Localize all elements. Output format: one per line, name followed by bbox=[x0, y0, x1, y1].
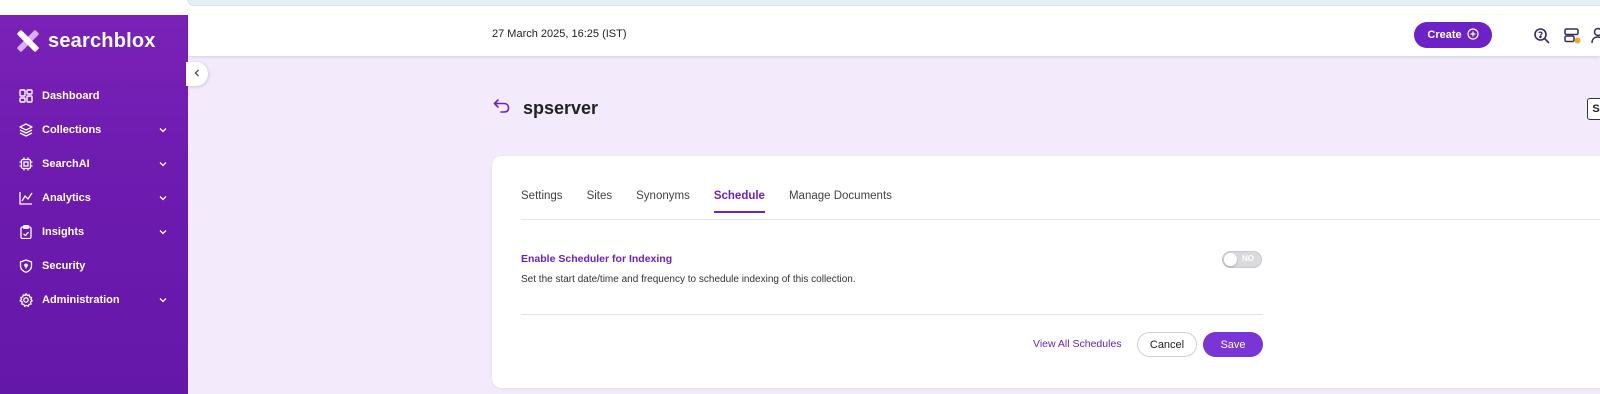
sidebar-item-label: Administration bbox=[42, 294, 120, 306]
schedule-card: Settings Sites Synonyms Schedule Manage … bbox=[492, 156, 1600, 388]
tab-synonyms[interactable]: Synonyms bbox=[636, 184, 690, 212]
toggle-knob bbox=[1224, 253, 1237, 266]
sidebar-item-label: Insights bbox=[42, 226, 85, 238]
sidebar-item-security[interactable]: Security bbox=[0, 249, 188, 283]
browser-top-strip bbox=[0, 0, 1600, 15]
chevron-down-icon bbox=[158, 295, 168, 305]
sidebar-item-label: Collections bbox=[42, 124, 102, 136]
analytics-icon bbox=[18, 190, 34, 206]
page-title: spserver bbox=[523, 98, 599, 118]
back-arrow-icon[interactable] bbox=[493, 98, 511, 119]
scheduler-description: Set the start date/time and frequency to… bbox=[521, 274, 856, 285]
sidebar-item-searchai[interactable]: SearchAI bbox=[0, 147, 188, 181]
sidebar-item-label: Dashboard bbox=[42, 90, 100, 102]
view-all-schedules-link[interactable]: View All Schedules bbox=[1033, 338, 1122, 350]
sidebar-nav: Dashboard Collections SearchAI Analytics… bbox=[0, 79, 188, 317]
cancel-button[interactable]: Cancel bbox=[1137, 332, 1197, 357]
page-header: spserver bbox=[493, 98, 598, 119]
dashboard-icon bbox=[18, 88, 34, 104]
chevron-down-icon bbox=[158, 193, 168, 203]
tabs-divider bbox=[521, 219, 1600, 220]
server-notification-icon[interactable] bbox=[1563, 27, 1581, 45]
sidebar-item-administration[interactable]: Administration bbox=[0, 283, 188, 317]
plus-circle-icon bbox=[1467, 27, 1479, 43]
sidebar: searchblox Dashboard Collections SearchA… bbox=[0, 15, 188, 394]
clipboard-icon bbox=[18, 224, 34, 240]
layers-icon bbox=[18, 122, 34, 138]
chevron-left-icon bbox=[192, 65, 202, 83]
chevron-down-icon bbox=[158, 125, 168, 135]
sidebar-item-label: Security bbox=[42, 260, 86, 272]
sidebar-item-analytics[interactable]: Analytics bbox=[0, 181, 188, 215]
chip-icon bbox=[18, 156, 34, 172]
toggle-state-label: NO bbox=[1242, 254, 1254, 263]
chevron-down-icon bbox=[158, 159, 168, 169]
tab-settings[interactable]: Settings bbox=[521, 184, 563, 212]
sidebar-item-insights[interactable]: Insights bbox=[0, 215, 188, 249]
tab-schedule[interactable]: Schedule bbox=[713, 184, 766, 213]
browser-address-bar bbox=[187, 0, 1600, 6]
brand[interactable]: searchblox bbox=[14, 27, 156, 55]
collection-type-badge: S bbox=[1587, 98, 1600, 120]
create-button[interactable]: Create bbox=[1414, 22, 1492, 48]
gear-icon bbox=[18, 292, 34, 308]
sidebar-item-label: Analytics bbox=[42, 192, 91, 204]
sidebar-item-collections[interactable]: Collections bbox=[0, 113, 188, 147]
shield-icon bbox=[18, 258, 34, 274]
chevron-down-icon bbox=[158, 227, 168, 237]
user-icon[interactable] bbox=[1591, 27, 1600, 45]
current-datetime: 27 March 2025, 16:25 (IST) bbox=[492, 28, 627, 40]
sidebar-item-label: SearchAI bbox=[42, 158, 90, 170]
sidebar-item-dashboard[interactable]: Dashboard bbox=[0, 79, 188, 113]
help-search-icon[interactable] bbox=[1533, 27, 1551, 45]
scheduler-toggle[interactable]: NO bbox=[1222, 251, 1262, 268]
scheduler-title: Enable Scheduler for Indexing bbox=[521, 253, 673, 265]
save-button[interactable]: Save bbox=[1203, 332, 1263, 357]
top-header: 27 March 2025, 16:25 (IST) Create bbox=[188, 15, 1600, 56]
searchblox-logo-icon bbox=[14, 27, 42, 55]
collection-tabs: Settings Sites Synonyms Schedule Manage … bbox=[521, 184, 916, 213]
tab-sites[interactable]: Sites bbox=[587, 184, 613, 212]
brand-name: searchblox bbox=[48, 29, 156, 52]
create-button-label: Create bbox=[1427, 29, 1462, 41]
section-divider bbox=[521, 314, 1263, 315]
collapse-sidebar-button[interactable] bbox=[186, 62, 208, 86]
tab-manage-documents[interactable]: Manage Documents bbox=[789, 184, 892, 212]
